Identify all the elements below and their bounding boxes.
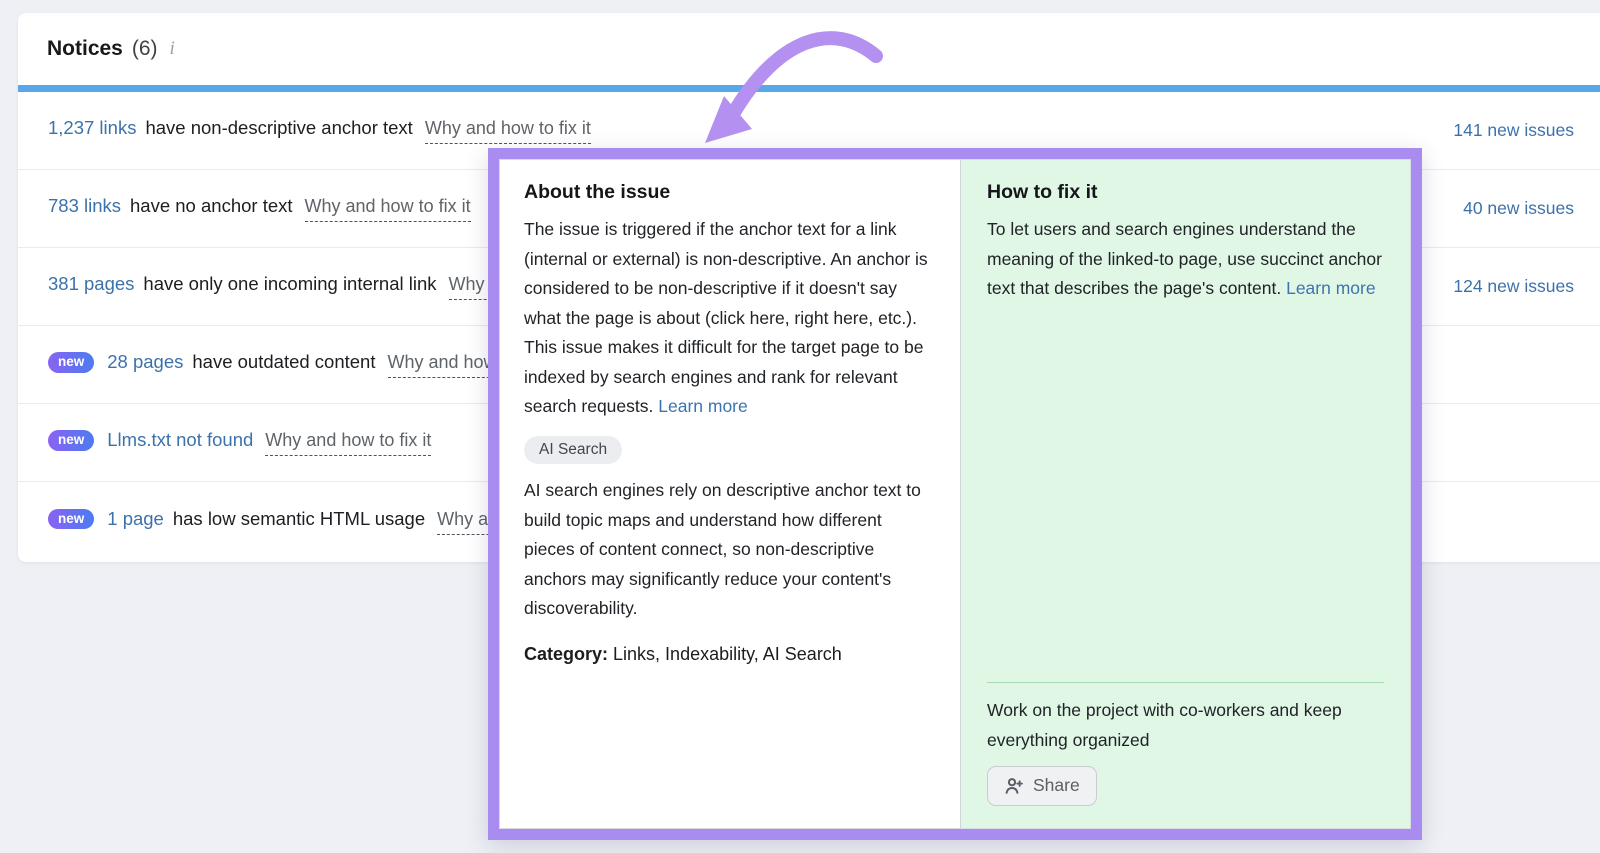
info-icon[interactable]: i	[170, 38, 175, 60]
about-the-issue-pane: About the issue The issue is triggered i…	[500, 160, 960, 828]
ai-search-tag: AI Search	[524, 436, 622, 465]
about-heading: About the issue	[524, 181, 936, 204]
notice-text: has low semantic HTML usage	[173, 508, 425, 530]
notices-header: Notices (6) i	[18, 13, 1600, 85]
notice-count-link[interactable]: 381 pages	[48, 273, 134, 295]
ai-search-paragraph: AI search engines rely on descriptive an…	[524, 476, 936, 624]
new-issues-link[interactable]: 40 new issues	[1463, 198, 1574, 219]
why-how-to-fix-link[interactable]: Why and how to fix it	[305, 196, 471, 222]
accent-bar	[18, 85, 1600, 92]
learn-more-link[interactable]: Learn more	[1286, 278, 1376, 298]
new-badge: new	[48, 430, 94, 451]
share-button-label: Share	[1033, 775, 1080, 796]
notice-count-link[interactable]: 783 links	[48, 195, 121, 217]
notice-count-link[interactable]: 28 pages	[107, 351, 183, 373]
notice-count-link[interactable]: 1 page	[107, 508, 164, 530]
about-paragraph: The issue is triggered if the anchor tex…	[524, 215, 936, 422]
fix-heading: How to fix it	[987, 181, 1384, 204]
new-badge: new	[48, 352, 94, 373]
divider	[987, 682, 1384, 683]
new-issues-link[interactable]: 124 new issues	[1453, 276, 1574, 297]
fix-paragraph: To let users and search engines understa…	[987, 215, 1384, 304]
new-badge: new	[48, 509, 94, 530]
notice-count-link[interactable]: Llms.txt not found	[107, 429, 253, 451]
notices-title: Notices	[47, 37, 123, 61]
notices-count: (6)	[132, 37, 158, 61]
notice-count-link[interactable]: 1,237 links	[48, 117, 136, 139]
category-line: Category: Links, Indexability, AI Search	[524, 639, 936, 669]
notice-text: have non-descriptive anchor text	[145, 117, 412, 139]
share-note: Work on the project with co-workers and …	[987, 696, 1384, 755]
about-paragraph-text: The issue is triggered if the anchor tex…	[524, 219, 928, 416]
why-how-to-fix-link[interactable]: Why and how to fix it	[425, 118, 591, 144]
share-button[interactable]: Share	[987, 766, 1097, 806]
issue-details-popup: About the issue The issue is triggered i…	[488, 148, 1422, 840]
how-to-fix-pane: How to fix it To let users and search en…	[960, 160, 1410, 828]
learn-more-link[interactable]: Learn more	[658, 396, 748, 416]
notice-text: have outdated content	[192, 351, 375, 373]
issue-details-popup-body: About the issue The issue is triggered i…	[499, 159, 1411, 829]
why-how-to-fix-link[interactable]: Why and how to fix it	[265, 430, 431, 456]
notice-text: have only one incoming internal link	[143, 273, 436, 295]
notice-text: have no anchor text	[130, 195, 293, 217]
new-issues-link[interactable]: 141 new issues	[1453, 120, 1574, 141]
person-add-icon	[1004, 776, 1024, 796]
category-value: Links, Indexability, AI Search	[613, 644, 842, 664]
category-label: Category:	[524, 644, 608, 664]
